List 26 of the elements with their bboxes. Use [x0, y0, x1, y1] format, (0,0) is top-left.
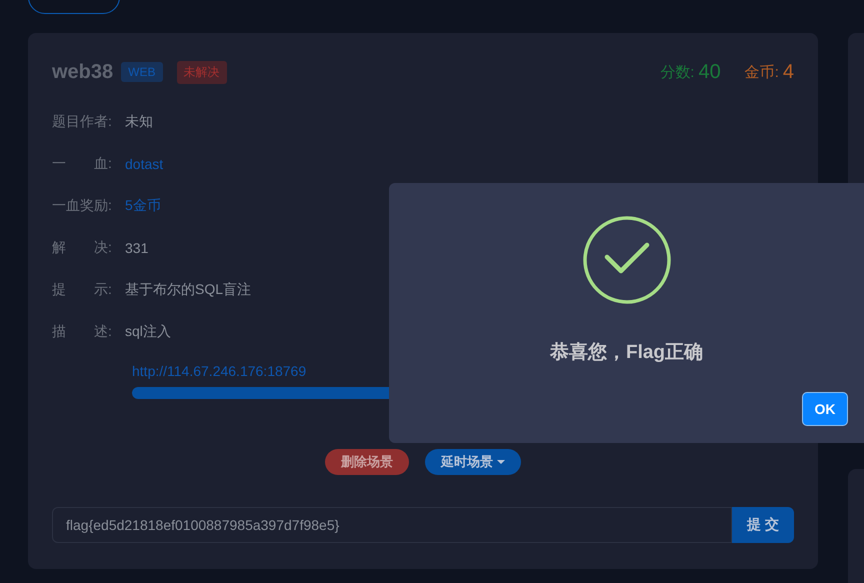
- flag-input[interactable]: flag{ed5d21818ef0100887985a397d7f98e5}: [52, 507, 732, 543]
- coins-value: 4: [782, 60, 794, 84]
- submit-button[interactable]: 提 交: [732, 507, 794, 543]
- coins-label: 金币:: [744, 62, 779, 82]
- field-label: 提 示:: [52, 281, 113, 299]
- extend-scene-button[interactable]: 延时场景: [425, 449, 521, 475]
- field-label: 题目作者:: [52, 113, 113, 131]
- field-label: 一 血:: [52, 155, 113, 173]
- ok-button[interactable]: OK: [802, 392, 848, 426]
- field-label: 一血奖励:: [52, 197, 113, 215]
- field-value: 331: [125, 240, 148, 256]
- field-value: 基于布尔的SQL盲注: [125, 281, 252, 299]
- field-label: 解 决:: [52, 239, 113, 257]
- field-link[interactable]: dotast: [125, 156, 164, 172]
- field-value: 未知: [125, 113, 153, 131]
- delete-scene-button[interactable]: 删除场景: [325, 449, 409, 475]
- status-tag: 未解决: [176, 60, 226, 84]
- checkmark-icon: [582, 215, 672, 305]
- field-label: 描 述:: [52, 323, 113, 341]
- score-label: 分数:: [660, 62, 694, 82]
- dialog-message: 恭喜您，Flag正确: [550, 341, 704, 365]
- category-tag: WEB: [121, 62, 162, 82]
- field-value: sql注入: [125, 323, 171, 341]
- field-link[interactable]: 5金币: [125, 197, 161, 215]
- score-value: 40: [698, 60, 721, 84]
- challenge-title: web38: [52, 60, 114, 84]
